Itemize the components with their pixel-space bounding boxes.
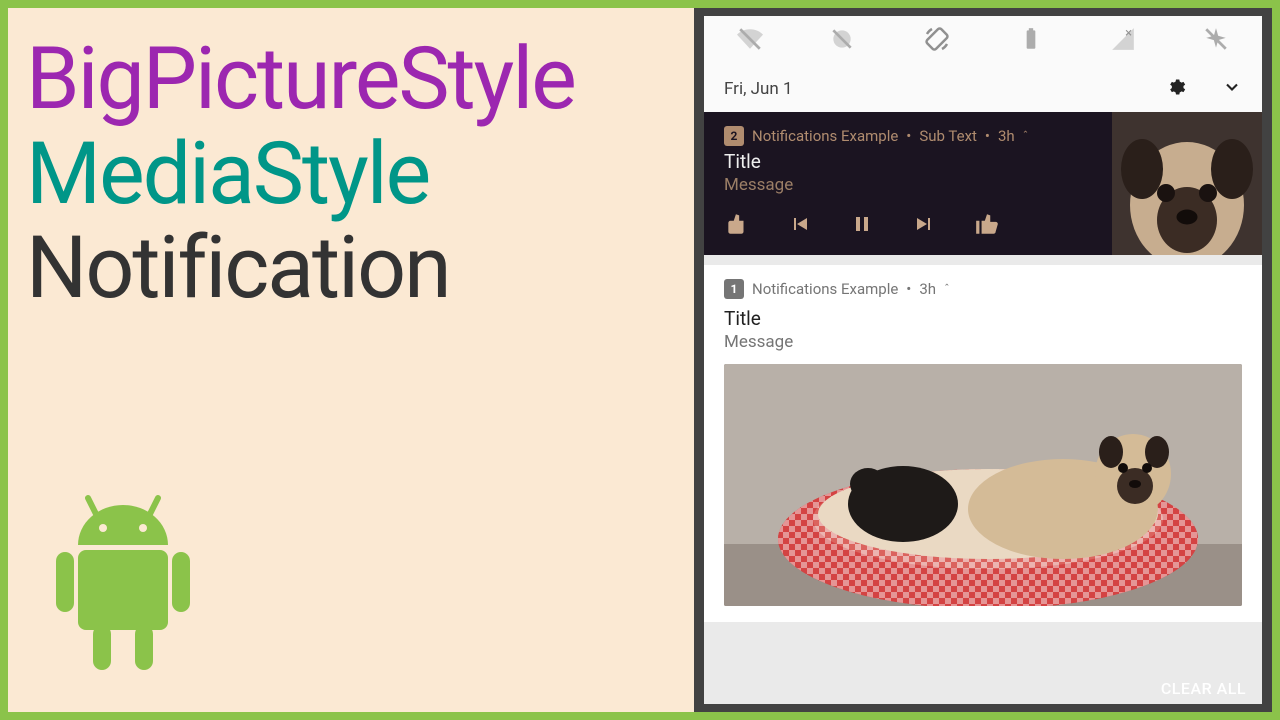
- title-line-3: Notification: [26, 221, 676, 316]
- bigpicture-notification[interactable]: 1 Notifications Example • 3h ˆ Title Mes…: [704, 265, 1262, 622]
- media-title: Title: [724, 150, 1100, 173]
- bigpic-message: Message: [724, 332, 1242, 352]
- media-album-art: [1112, 112, 1262, 255]
- bigpic-time: 3h: [919, 280, 936, 298]
- media-badge: 2: [724, 126, 744, 146]
- media-time: 3h: [998, 127, 1015, 145]
- date-text: Fri, Jun 1: [724, 79, 793, 99]
- media-subtext: Sub Text: [919, 127, 977, 145]
- notification-shade: 2 Notifications Example • Sub Text • 3h …: [704, 112, 1262, 704]
- title-panel: BigPictureStyle MediaStyle Notification: [8, 8, 694, 712]
- media-header: 2 Notifications Example • Sub Text • 3h …: [724, 126, 1100, 146]
- android-logo-icon: [38, 490, 208, 694]
- pause-icon[interactable]: [850, 212, 874, 240]
- media-notification[interactable]: 2 Notifications Example • Sub Text • 3h …: [704, 112, 1262, 255]
- airplane-off-icon: [1203, 26, 1229, 56]
- bigpicture-image: [724, 364, 1242, 606]
- settings-gear-icon[interactable]: [1166, 77, 1186, 102]
- bigpic-header: 1 Notifications Example • 3h ˆ: [724, 279, 1242, 299]
- collapse-icon[interactable]: ˆ: [1023, 129, 1029, 143]
- collapse-chevron-icon[interactable]: [1222, 77, 1242, 102]
- title-line-2: MediaStyle: [26, 127, 676, 222]
- bigpic-badge: 1: [724, 279, 744, 299]
- bigpic-app-name: Notifications Example: [752, 280, 898, 298]
- rotate-icon: [922, 24, 952, 58]
- title-line-1: BigPictureStyle: [26, 32, 676, 127]
- thumb-down-icon[interactable]: [724, 211, 750, 241]
- thumb-up-icon[interactable]: [974, 211, 1000, 241]
- clear-all-button[interactable]: CLEAR ALL: [1161, 679, 1246, 698]
- media-message: Message: [724, 175, 1100, 195]
- battery-icon: [1018, 26, 1044, 56]
- media-app-name: Notifications Example: [752, 127, 898, 145]
- phone-mockup: × Fri, Jun 1 2 Notifications Example • S…: [694, 8, 1272, 712]
- svg-text:×: ×: [1126, 26, 1133, 41]
- skip-previous-icon[interactable]: [788, 212, 812, 240]
- skip-next-icon[interactable]: [912, 212, 936, 240]
- signal-off-icon: ×: [1110, 26, 1136, 56]
- bigpic-title: Title: [724, 307, 1242, 330]
- date-row: Fri, Jun 1: [704, 66, 1262, 112]
- wifi-off-icon: [737, 26, 763, 56]
- collapse-icon[interactable]: ˆ: [944, 282, 950, 296]
- status-bar: ×: [704, 16, 1262, 66]
- location-off-icon: [829, 26, 855, 56]
